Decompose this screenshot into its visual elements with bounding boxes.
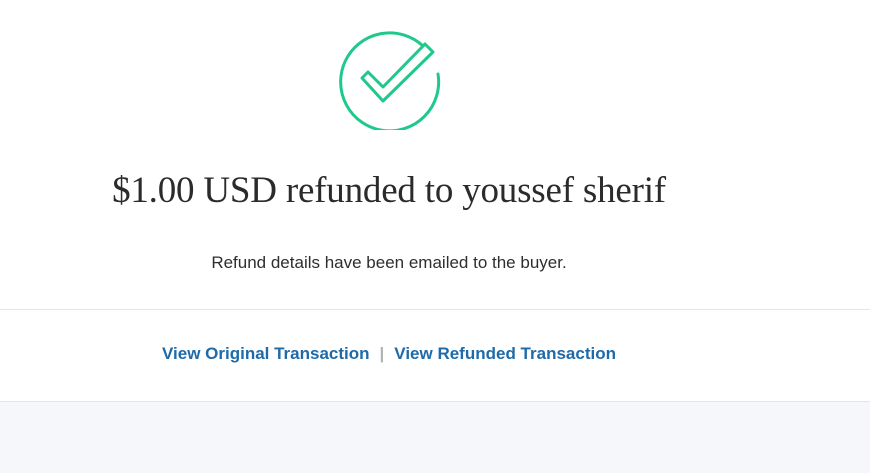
section-divider (0, 309, 870, 310)
refund-email-notice: Refund details have been emailed to the … (211, 253, 567, 272)
transaction-links: View Original Transaction | View Refunded … (0, 341, 778, 367)
refund-headline: $1.00 USD refunded to youssef sherif (112, 170, 666, 211)
view-refunded-transaction-link[interactable]: View Refunded Transaction (394, 344, 616, 363)
view-original-transaction-link[interactable]: View Original Transaction (162, 344, 370, 363)
check-circle-icon (335, 24, 443, 133)
footer-band (0, 401, 870, 473)
link-separator: | (379, 344, 385, 363)
refund-confirmation-page: $1.00 USD refunded to youssef sherif Ref… (0, 0, 870, 473)
